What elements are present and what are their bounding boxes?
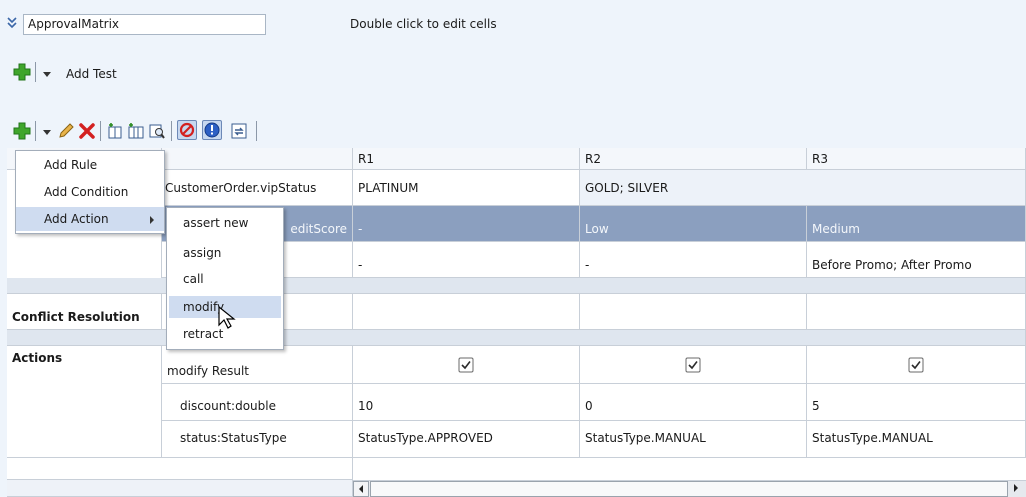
- table-cell[interactable]: [353, 294, 580, 330]
- table-cell[interactable]: StatusType.MANUAL: [580, 421, 807, 458]
- chevron-down-icon[interactable]: [43, 130, 51, 135]
- menu-item-add-rule[interactable]: Add Rule: [16, 153, 164, 177]
- scroll-thumb[interactable]: [370, 481, 1008, 497]
- ruleset-name-field[interactable]: ApprovalMatrix: [23, 14, 266, 35]
- table-cell[interactable]: [580, 294, 807, 330]
- conflict-resolution-label: Conflict Resolution: [7, 294, 162, 330]
- table-cell[interactable]: 5: [807, 384, 1026, 421]
- table-cell[interactable]: [807, 294, 1026, 330]
- menu-item-add-action[interactable]: Add Action: [16, 207, 164, 231]
- disable-icon[interactable]: [177, 120, 197, 140]
- checkbox[interactable]: [458, 357, 474, 372]
- action-attribute[interactable]: status:StatusType: [162, 421, 353, 458]
- edit-hint: Double click to edit cells: [350, 17, 497, 31]
- menu-item-add-condition[interactable]: Add Condition: [16, 180, 164, 204]
- table-cell[interactable]: Before Promo; After Promo: [807, 242, 1026, 278]
- checkbox[interactable]: [685, 357, 701, 372]
- action-attribute[interactable]: discount:double: [162, 384, 353, 421]
- refresh-icon[interactable]: [230, 122, 248, 143]
- menu-item-label: Add Action: [44, 212, 109, 226]
- add-icon[interactable]: [13, 122, 31, 143]
- table-header-blank: [162, 148, 353, 170]
- find-icon[interactable]: [148, 122, 166, 143]
- table-cell[interactable]: [580, 346, 807, 384]
- table-cell[interactable]: -: [353, 242, 580, 278]
- table-cell[interactable]: -: [580, 242, 807, 278]
- empty-row: [7, 458, 353, 480]
- add-columns-icon[interactable]: [127, 122, 145, 143]
- conflict-icon[interactable]: [202, 120, 222, 140]
- add-test-icon[interactable]: [13, 63, 31, 81]
- delete-icon[interactable]: [78, 122, 96, 143]
- horizontal-scrollbar[interactable]: [353, 480, 1026, 497]
- footer-row: [7, 480, 353, 497]
- chevron-down-icon[interactable]: [43, 72, 51, 77]
- separator: [35, 62, 36, 82]
- action-row-label[interactable]: modify Result: [162, 346, 353, 384]
- scroll-right-button[interactable]: [1009, 481, 1026, 497]
- scroll-left-button[interactable]: [353, 481, 369, 497]
- column-header-r1[interactable]: R1: [353, 148, 580, 170]
- add-menu: Add Rule Add Condition Add Action: [15, 150, 165, 234]
- checkbox[interactable]: [908, 357, 924, 372]
- submenu-item-call[interactable]: call: [155, 268, 283, 290]
- edit-icon[interactable]: [57, 122, 75, 143]
- chevron-right-icon: [150, 216, 154, 224]
- column-header-r2[interactable]: R2: [580, 148, 807, 170]
- separator: [35, 121, 36, 141]
- column-header-r3[interactable]: R3: [807, 148, 1026, 170]
- actions-label: Actions: [7, 346, 162, 458]
- table-cell[interactable]: GOLD; SILVER: [580, 170, 1026, 206]
- table-cell[interactable]: StatusType.MANUAL: [807, 421, 1026, 458]
- separator: [100, 121, 101, 141]
- table-cell[interactable]: [807, 346, 1026, 384]
- table-cell[interactable]: Medium: [807, 206, 1026, 242]
- table-cell[interactable]: 0: [580, 384, 807, 421]
- double-chevron-down-icon[interactable]: [7, 17, 19, 29]
- table-cell[interactable]: Low: [580, 206, 807, 242]
- separator: [256, 121, 257, 141]
- submenu-item-assign[interactable]: assign: [155, 242, 283, 264]
- condition-attribute[interactable]: CustomerOrder.vipStatus: [162, 170, 353, 206]
- separator: [171, 121, 172, 141]
- table-cell[interactable]: -: [353, 206, 580, 242]
- submenu-item-assert-new[interactable]: assert new: [155, 212, 283, 234]
- mouse-cursor-icon: [217, 305, 239, 334]
- table-cell[interactable]: [353, 346, 580, 384]
- add-column-icon[interactable]: [106, 122, 124, 143]
- table-cell[interactable]: 10: [353, 384, 580, 421]
- table-cell[interactable]: PLATINUM: [353, 170, 580, 206]
- add-test-button[interactable]: Add Test: [66, 67, 117, 81]
- table-cell[interactable]: StatusType.APPROVED: [353, 421, 580, 458]
